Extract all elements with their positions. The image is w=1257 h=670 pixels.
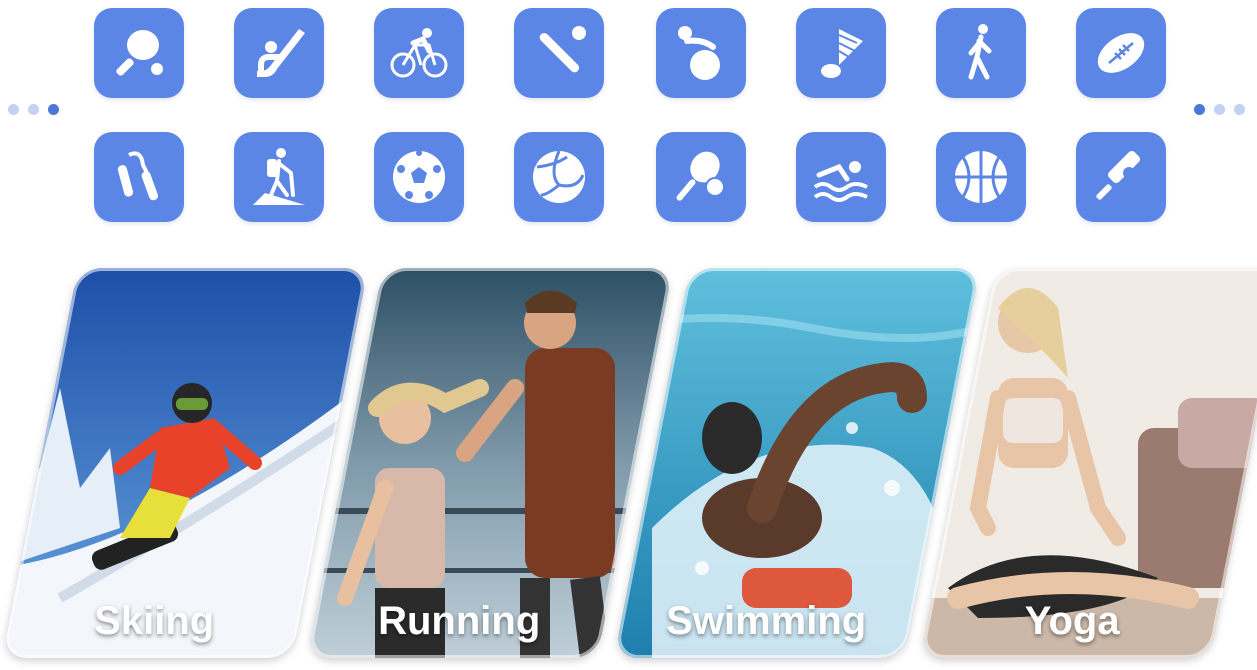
rugby-icon bbox=[1097, 33, 1145, 73]
sport-card-skiing[interactable]: Skiing bbox=[2, 268, 368, 658]
hockey-icon bbox=[257, 29, 305, 77]
basketball-icon bbox=[955, 151, 1007, 203]
sport-tile-walking[interactable] bbox=[936, 8, 1026, 98]
carousel-dot-active[interactable] bbox=[48, 104, 59, 115]
badminton-icon bbox=[821, 29, 863, 78]
sport-card-yoga[interactable]: Yoga bbox=[920, 268, 1257, 658]
sport-tile-volleyball[interactable] bbox=[514, 132, 604, 222]
sport-tile-hockey[interactable] bbox=[234, 8, 324, 98]
card-label: Swimming bbox=[666, 599, 867, 643]
hand-grip-icon bbox=[117, 151, 159, 201]
swimming-icon bbox=[813, 161, 868, 202]
card-label: Skiing bbox=[94, 599, 215, 643]
soccer-icon bbox=[393, 150, 445, 203]
ball-exercise-icon bbox=[678, 26, 720, 80]
hiking-icon bbox=[253, 148, 305, 205]
volleyball-icon bbox=[533, 150, 585, 203]
sport-tile-cycling[interactable] bbox=[374, 8, 464, 98]
sport-tile-tennis[interactable] bbox=[656, 132, 746, 222]
carousel-dot-active[interactable] bbox=[1194, 104, 1205, 115]
cycling-icon bbox=[390, 28, 448, 78]
sport-tile-hiking[interactable] bbox=[234, 132, 324, 222]
card-label: Running bbox=[378, 599, 541, 643]
sport-card-running[interactable]: Running bbox=[307, 268, 673, 658]
cricket-icon bbox=[1096, 150, 1141, 200]
sport-tile-cricket[interactable] bbox=[1076, 132, 1166, 222]
sport-tile-hand-grip[interactable] bbox=[94, 132, 184, 222]
card-label: Yoga bbox=[1024, 599, 1120, 643]
baseball-icon bbox=[539, 26, 586, 73]
carousel-dot[interactable] bbox=[1234, 104, 1245, 115]
carousel-dot[interactable] bbox=[8, 104, 19, 115]
tennis-icon bbox=[676, 151, 725, 201]
carousel-dots-left bbox=[8, 104, 59, 115]
sport-tile-rugby[interactable] bbox=[1076, 8, 1166, 98]
carousel-dot[interactable] bbox=[1214, 104, 1225, 115]
sport-tile-ball-exercise[interactable] bbox=[656, 8, 746, 98]
carousel-dot[interactable] bbox=[28, 104, 39, 115]
sport-tile-swimming[interactable] bbox=[796, 132, 886, 222]
sport-tile-baseball[interactable] bbox=[514, 8, 604, 98]
carousel-dots-right bbox=[1194, 104, 1245, 115]
walking-icon bbox=[968, 24, 992, 80]
table-tennis-icon bbox=[116, 30, 163, 76]
sport-tile-basketball[interactable] bbox=[936, 132, 1026, 222]
sport-tile-badminton[interactable] bbox=[796, 8, 886, 98]
sport-card-swimming[interactable]: Swimming bbox=[614, 268, 980, 658]
sport-tile-table-tennis[interactable] bbox=[94, 8, 184, 98]
sport-tile-soccer[interactable] bbox=[374, 132, 464, 222]
